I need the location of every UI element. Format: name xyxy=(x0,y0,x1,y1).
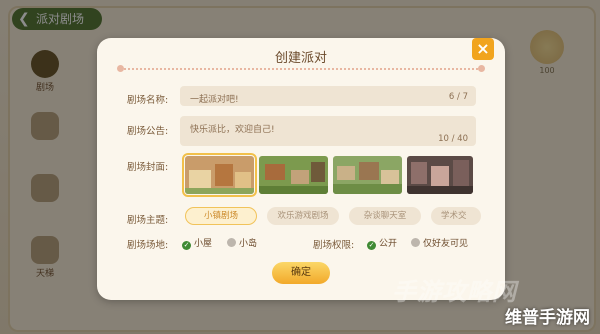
checked-radio-icon xyxy=(367,241,376,250)
notice-value: 快乐派比，欢迎自己! xyxy=(190,125,275,135)
cover-label: 剧场封面: xyxy=(127,162,169,173)
name-input[interactable]: 一起派对吧! 6 / 7 xyxy=(180,86,476,106)
village-scene-image xyxy=(259,156,328,194)
venue-option-label: 小岛 xyxy=(239,239,258,249)
permission-label: 剧场权限: xyxy=(313,240,355,251)
theme-chip[interactable]: 欢乐游戏剧场 xyxy=(267,207,339,225)
dialog-title: 创建派对 xyxy=(274,51,327,66)
permission-option-friends[interactable]: 仅好友可见 xyxy=(411,236,468,249)
notice-input[interactable]: 快乐派比，欢迎自己! 10 / 40 xyxy=(180,116,476,146)
cover-thumbnail-2[interactable] xyxy=(259,156,328,194)
game-screen: ❮ 派对剧场 剧场 天梯 100 创建派对 × 剧场名称: 一起派对吧! 6 /… xyxy=(0,0,600,334)
town-scene-image xyxy=(185,156,254,194)
theme-label: 剧场主题: xyxy=(127,215,169,226)
theme-chip[interactable]: 学术交 xyxy=(431,207,481,225)
cover-thumbnail-3[interactable] xyxy=(333,156,402,194)
permission-option-label: 仅好友可见 xyxy=(423,239,469,249)
interior-scene-image xyxy=(407,156,473,194)
checked-radio-icon xyxy=(182,241,191,250)
unchecked-radio-icon xyxy=(227,238,236,247)
venue-option-label: 小屋 xyxy=(194,239,213,249)
close-icon: × xyxy=(476,39,490,58)
venue-label: 剧场场地: xyxy=(127,240,169,251)
name-value: 一起派对吧! xyxy=(190,95,239,105)
permission-option-public[interactable]: 公开 xyxy=(367,236,397,250)
notice-char-count: 10 / 40 xyxy=(438,134,468,144)
cover-thumbnail-1[interactable] xyxy=(182,153,257,197)
cover-thumbnail-4[interactable] xyxy=(407,156,473,194)
close-button[interactable]: × xyxy=(472,38,494,60)
farm-scene-image xyxy=(333,156,402,194)
venue-option-cabin[interactable]: 小屋 xyxy=(182,236,212,250)
title-divider xyxy=(117,65,485,72)
venue-option-island[interactable]: 小岛 xyxy=(227,236,257,249)
permission-option-label: 公开 xyxy=(379,239,398,249)
confirm-button[interactable]: 确定 xyxy=(272,262,330,284)
unchecked-radio-icon xyxy=(411,238,420,247)
notice-label: 剧场公告: xyxy=(127,126,169,137)
watermark-text: 维普手游网 xyxy=(505,308,590,328)
theme-chip[interactable]: 杂谈聊天室 xyxy=(349,207,421,225)
theme-chip[interactable]: 小镇剧场 xyxy=(185,207,257,225)
watermark-logo: 手游攻略网 xyxy=(392,278,517,306)
name-label: 剧场名称: xyxy=(127,95,169,106)
name-char-count: 6 / 7 xyxy=(448,92,468,102)
create-party-dialog: 创建派对 × 剧场名称: 一起派对吧! 6 / 7 剧场公告: 快乐派比，欢迎自… xyxy=(97,38,505,300)
